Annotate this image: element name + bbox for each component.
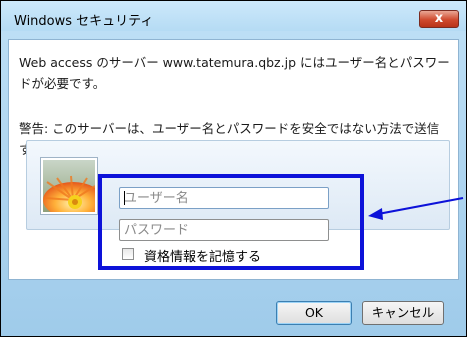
server-message: Web access のサーバー www.tatemura.qbz.jp にはユ… — [19, 55, 450, 91]
title-bar[interactable]: Windows セキュリティ x — [1, 1, 466, 31]
cancel-button[interactable]: キャンセル — [362, 301, 444, 325]
flower-user-tile-icon — [41, 158, 97, 214]
close-button[interactable]: x — [419, 10, 459, 28]
annotation-highlight-box — [98, 174, 364, 270]
ok-button[interactable]: OK — [276, 301, 352, 325]
dialog-title: Windows セキュリティ — [14, 14, 154, 29]
close-icon: x — [434, 11, 444, 26]
